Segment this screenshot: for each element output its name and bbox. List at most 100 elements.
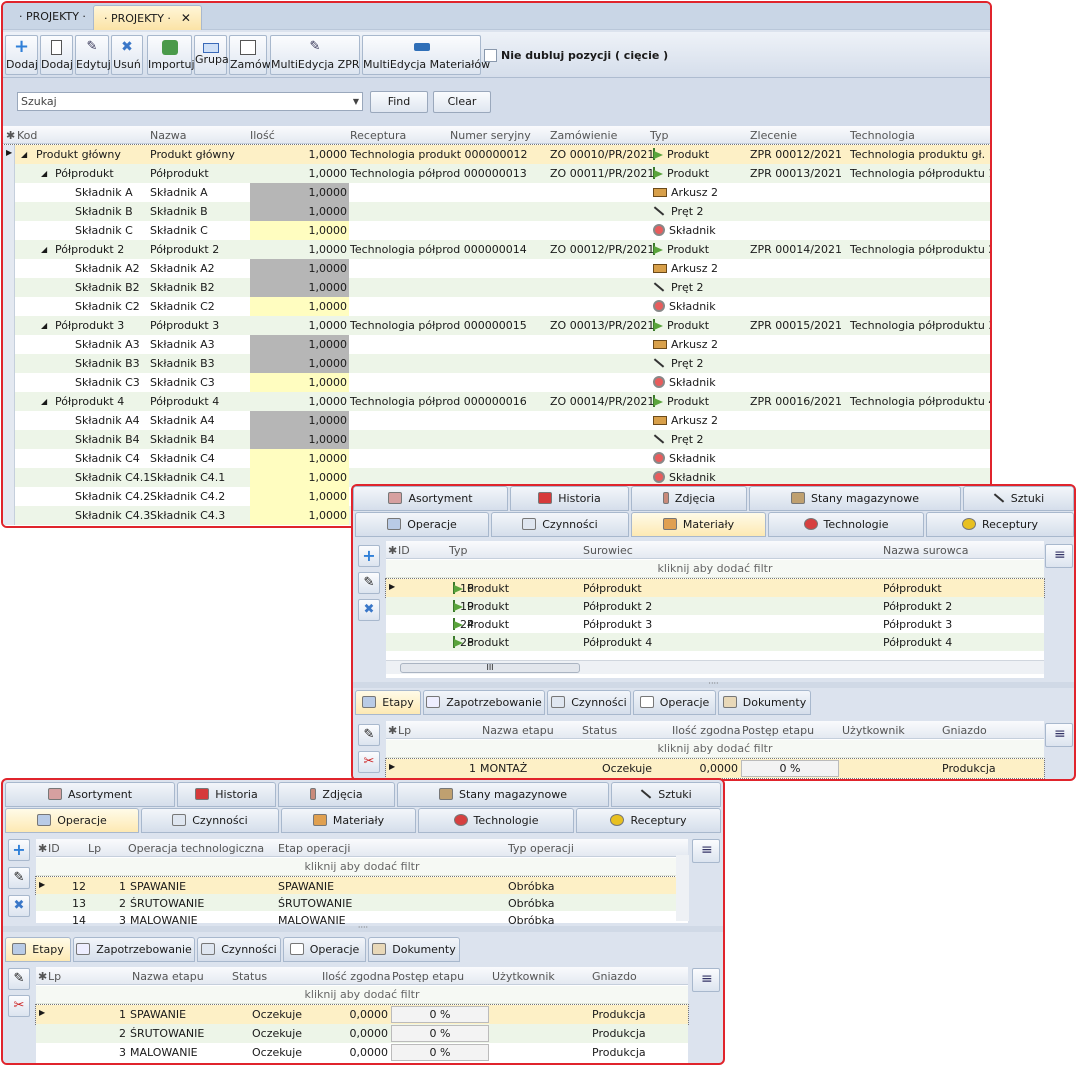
edit-button[interactable]: ✎	[8, 867, 30, 889]
tab-czynnosci-sub[interactable]: Czynności	[197, 937, 281, 962]
horizontal-scrollbar[interactable]: III	[386, 660, 1044, 674]
tab-stany-magazynowe[interactable]: Stany magazynowe	[749, 486, 961, 511]
table-row[interactable]: 3 MALOWANIE Oczekuje 0,0000 0 % Produkcja	[36, 1043, 688, 1062]
table-row[interactable]: Składnik C3 Składnik C3 1,0000 Składnik	[3, 373, 990, 392]
edit-button[interactable]: ✎	[358, 724, 380, 746]
tab-zapotrzebowanie[interactable]: Zapotrzebowanie	[423, 690, 545, 715]
table-row[interactable]: Składnik A2 Składnik A2 1,0000 Arkusz 2	[3, 259, 990, 278]
tab-operacje[interactable]: Operacje	[355, 512, 489, 537]
filter-row[interactable]: kliknij aby dodać filtr	[36, 986, 688, 1004]
table-row[interactable]: ◢ Półprodukt 4 Półprodukt 4 1,0000 Technolog…	[3, 392, 990, 411]
column-header[interactable]: Lp	[88, 842, 101, 855]
column-header[interactable]: Surowiec	[583, 544, 633, 557]
table-row[interactable]: Składnik C2 Składnik C2 1,0000 Składnik	[3, 297, 990, 316]
tools-button[interactable]: ✂	[8, 995, 30, 1017]
column-header[interactable]: Kod	[17, 129, 37, 142]
table-row[interactable]: Składnik B3 Składnik B3 1,0000 Pręt 2	[3, 354, 990, 373]
table-row[interactable]: ▶ 12 1 SPAWANIE SPAWANIE Obróbka	[35, 876, 689, 895]
filter-row[interactable]: kliknij aby dodać filtr	[36, 858, 688, 876]
tab-zdjecia[interactable]: Zdjęcia	[631, 486, 747, 511]
edit-button[interactable]: ✎	[8, 968, 30, 990]
table-row[interactable]: ▶ 16 Produkt Półprodukt Półprodukt	[385, 578, 1045, 598]
edit-button[interactable]: ✎	[358, 572, 380, 594]
edit-button[interactable]: ✎ Edytuj	[75, 35, 111, 75]
table-row[interactable]: Składnik C4 Składnik C4 1,0000 Składnik	[3, 449, 990, 468]
table-row[interactable]: 19 Produkt Półprodukt 2 Półprodukt 2	[386, 597, 1044, 615]
scroll-thumb[interactable]: III	[400, 663, 580, 673]
tab-technologie[interactable]: Technologie	[418, 808, 574, 833]
column-header[interactable]: Zlecenie	[750, 129, 797, 142]
tab-asortyment[interactable]: Asortyment	[353, 486, 508, 511]
column-header[interactable]: Status	[232, 970, 267, 983]
table-row[interactable]: ◢ Półprodukt 2 Półprodukt 2 1,0000 Technolog…	[3, 240, 990, 259]
tab-czynnosci[interactable]: Czynności	[491, 512, 629, 537]
table-row[interactable]: 24 Produkt Półprodukt 3 Półprodukt 3	[386, 615, 1044, 633]
tab-sztuki[interactable]: Sztuki	[963, 486, 1074, 511]
column-header[interactable]: Gniazdo	[942, 724, 987, 737]
tab-historia[interactable]: Historia	[510, 486, 629, 511]
group-button[interactable]: Grupa	[194, 35, 229, 75]
column-header[interactable]: Typ	[449, 544, 468, 557]
column-header[interactable]: Zamówienie	[550, 129, 617, 142]
multiedit-materials-button[interactable]: MultiEdycja Materiałów	[362, 35, 490, 75]
column-header[interactable]: Użytkownik	[492, 970, 555, 983]
splitter[interactable]: ····	[353, 680, 1074, 688]
column-header[interactable]: Gniazdo	[592, 970, 637, 983]
tab-operacje[interactable]: Operacje	[5, 808, 139, 833]
tab-asortyment[interactable]: Asortyment	[5, 782, 175, 807]
column-chooser-button[interactable]	[1045, 723, 1073, 747]
add-button[interactable]: +	[8, 839, 30, 861]
search-input[interactable]: Szukaj ▼	[17, 92, 363, 111]
tab-stany-magazynowe[interactable]: Stany magazynowe	[397, 782, 609, 807]
column-header[interactable]: Postęp etapu	[742, 724, 814, 737]
column-header[interactable]: Użytkownik	[842, 724, 905, 737]
clear-button[interactable]: Clear	[433, 91, 491, 113]
filter-row[interactable]: kliknij aby dodać filtr	[386, 560, 1044, 578]
column-header[interactable]: Ilość zgodna	[322, 970, 391, 983]
tools-button[interactable]: ✂	[358, 751, 380, 773]
table-row[interactable]: 13 2 ŚRUTOWANIE ŚRUTOWANIE Obróbka	[36, 894, 688, 911]
tab-historia[interactable]: Historia	[177, 782, 276, 807]
column-header[interactable]: Typ operacji	[508, 842, 574, 855]
column-chooser-button[interactable]	[692, 968, 720, 992]
table-row[interactable]: Składnik A4 Składnik A4 1,0000 Arkusz 2	[3, 411, 990, 430]
table-row[interactable]: 28 Produkt Półprodukt 4 Półprodukt 4	[386, 633, 1044, 651]
table-row[interactable]: ▶ 1 SPAWANIE Oczekuje 0,0000 0 % Produkcja	[35, 1004, 689, 1025]
table-row[interactable]: 2 ŚRUTOWANIE Oczekuje 0,0000 0 % Produkcja	[36, 1024, 688, 1043]
column-header[interactable]: Lp	[48, 970, 61, 983]
collapse-icon[interactable]: ◢	[41, 169, 47, 178]
add-doc-button[interactable]: Dodaj	[40, 35, 73, 75]
tab-projekty-2[interactable]: · PROJEKTY · ✕	[93, 5, 202, 30]
collapse-icon[interactable]: ◢	[41, 245, 47, 254]
table-row[interactable]: Składnik B Składnik B 1,0000 Pręt 2	[3, 202, 990, 221]
table-row[interactable]: Składnik A Składnik A 1,0000 Arkusz 2	[3, 183, 990, 202]
add-button[interactable]: +	[358, 545, 380, 567]
tab-zapotrzebowanie[interactable]: Zapotrzebowanie	[73, 937, 195, 962]
column-chooser-button[interactable]	[692, 839, 720, 863]
table-row[interactable]: ◢ Półprodukt Półprodukt 1,0000 Technologia p…	[3, 164, 990, 183]
column-header[interactable]: Nazwa etapu	[132, 970, 204, 983]
column-header[interactable]: Nazwa surowca	[883, 544, 968, 557]
order-button[interactable]: Zamów	[229, 35, 271, 75]
tab-technologie[interactable]: Technologie	[768, 512, 924, 537]
table-row[interactable]: Składnik A3 Składnik A3 1,0000 Arkusz 2	[3, 335, 990, 354]
column-header[interactable]: Ilość zgodna	[672, 724, 741, 737]
column-header[interactable]: ID	[398, 544, 410, 557]
column-header[interactable]: Technologia	[850, 129, 915, 142]
tab-operacje-sub[interactable]: Operacje	[633, 690, 716, 715]
import-button[interactable]: Importuj	[147, 35, 195, 75]
collapse-icon[interactable]: ◢	[41, 321, 47, 330]
delete-button[interactable]: ✖	[8, 895, 30, 917]
column-header[interactable]: Operacja technologiczna	[128, 842, 264, 855]
table-row[interactable]: Składnik B2 Składnik B2 1,0000 Pręt 2	[3, 278, 990, 297]
table-row[interactable]: ▶ ◢ Produkt główny Produkt główny 1,0000 Tech…	[3, 144, 990, 165]
add-button[interactable]: + Dodaj	[5, 35, 38, 75]
column-header[interactable]: Typ	[650, 129, 669, 142]
column-header[interactable]: Status	[582, 724, 617, 737]
tab-receptury[interactable]: Receptury	[926, 512, 1074, 537]
table-row[interactable]: ▶ 1 MONTAŻ Oczekuje 0,0000 0 % Produkcja	[385, 758, 1045, 779]
delete-button[interactable]: ✖ Usuń	[111, 35, 143, 75]
find-button[interactable]: Find	[370, 91, 428, 113]
filter-row[interactable]: kliknij aby dodać filtr	[386, 740, 1044, 758]
table-row[interactable]: Składnik C Składnik C 1,0000 Składnik	[3, 221, 990, 240]
